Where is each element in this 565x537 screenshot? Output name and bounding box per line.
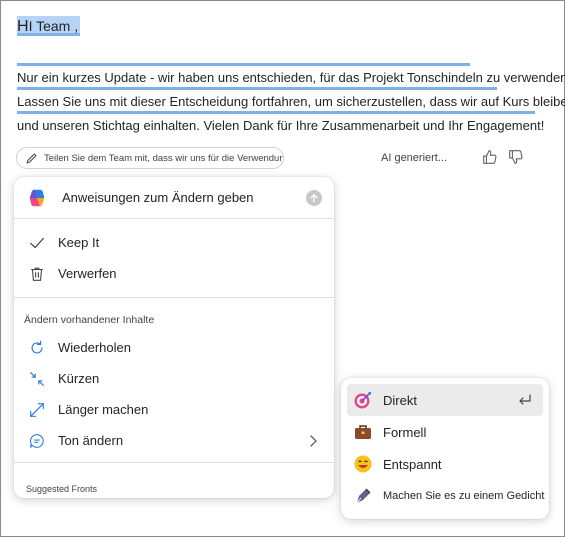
arrow-up-icon xyxy=(310,193,318,203)
expand-icon xyxy=(30,402,44,417)
retry-icon xyxy=(31,340,43,353)
briefcase-icon xyxy=(355,425,371,439)
section-title: Ändern vorhandener Inhalte xyxy=(24,314,155,326)
tone-item-formal[interactable]: Formell xyxy=(347,416,543,448)
paragraph-line: Nur ein kurzes Update - wir haben uns en… xyxy=(17,70,565,85)
keep-it-label: Keep It xyxy=(58,235,100,250)
shrink-icon xyxy=(30,371,44,386)
shorten-label: Kürzen xyxy=(58,371,100,386)
enter-key-icon xyxy=(519,394,531,405)
chevron-right-icon xyxy=(310,434,317,447)
paragraph-line: Lassen Sie uns mit dieser Entscheidung f… xyxy=(17,94,565,109)
prompt-chip[interactable]: Teilen Sie dem Team mit, dass wir uns fü… xyxy=(16,147,284,169)
paragraph-line: und unseren Stichtag einhalten. Vielen D… xyxy=(17,118,545,133)
retry-label: Wiederholen xyxy=(58,340,131,355)
thumbs-up-icon[interactable] xyxy=(481,148,499,166)
shorten-button[interactable]: Kürzen xyxy=(14,363,334,394)
greeting-rest: I Team , xyxy=(28,18,79,34)
retry-button[interactable]: Wiederholen xyxy=(14,332,334,363)
divider xyxy=(14,462,334,463)
checkmark-icon xyxy=(30,237,44,248)
tone-item-casual[interactable]: Entspannt xyxy=(347,448,543,480)
instruction-input[interactable]: Anweisungen zum Ändern geben xyxy=(14,177,334,219)
keep-it-button[interactable]: Keep It xyxy=(14,227,334,258)
tone-label-casual: Entspannt xyxy=(383,456,442,472)
target-icon xyxy=(354,392,371,409)
copilot-panel: Anweisungen zum Ändern geben Keep It Ver… xyxy=(14,177,334,498)
tone-label-poem: Machen Sie es zu einem Gedicht xyxy=(383,490,545,502)
suggested-fonts-peek: Suggested Fronts xyxy=(26,484,98,494)
lengthen-label: Länger machen xyxy=(58,402,149,417)
tone-item-poem[interactable]: Machen Sie es zu einem Gedicht xyxy=(347,480,545,512)
tone-label-formal: Formell xyxy=(383,424,427,440)
tone-item-direct[interactable]: Direkt xyxy=(347,384,543,416)
discard-button[interactable]: Verwerfen xyxy=(14,258,334,289)
pen-nib-icon xyxy=(356,488,371,504)
copilot-logo-icon xyxy=(29,189,45,206)
change-tone-button[interactable]: Ton ändern xyxy=(14,425,334,456)
greeting-initial: H xyxy=(17,18,29,35)
ai-generated-label: AI generiert... xyxy=(381,152,448,164)
instruction-placeholder: Anweisungen zum Ändern geben xyxy=(62,190,254,205)
tone-menu: Direkt Formell Entspannt Machen Sie es z… xyxy=(341,378,549,519)
greeting-text[interactable]: HI Team , xyxy=(17,16,81,36)
chat-icon xyxy=(30,433,44,448)
discard-label: Verwerfen xyxy=(58,266,117,281)
document-paragraph[interactable]: Nur ein kurzes Update - wir haben uns en… xyxy=(17,66,565,138)
thumbs-down-icon[interactable] xyxy=(507,148,525,166)
pencil-icon xyxy=(26,153,37,163)
smile-emoji-icon xyxy=(354,455,372,473)
trash-icon xyxy=(31,267,43,281)
lengthen-button[interactable]: Länger machen xyxy=(14,394,334,425)
change-tone-label: Ton ändern xyxy=(58,433,124,448)
tone-label-direct: Direkt xyxy=(383,392,417,408)
prompt-chip-text: Teilen Sie dem Team mit, dass wir uns fü… xyxy=(44,152,283,164)
send-button[interactable] xyxy=(306,190,322,206)
